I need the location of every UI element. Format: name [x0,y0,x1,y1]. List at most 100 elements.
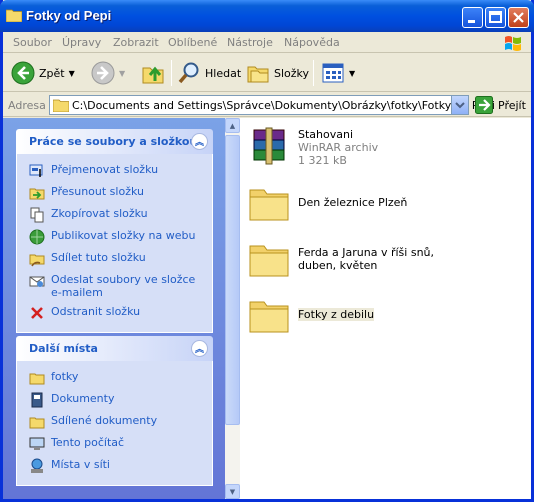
toolbar-separator [171,60,172,86]
email-icon [29,276,45,287]
address-bar: Adresa C:\Documents and Settings\Správce… [3,93,531,117]
folder-icon [6,9,22,22]
address-path: C:\Documents and Settings\Správce\Dokume… [72,99,495,112]
search-label: Hledat [205,66,242,80]
forward-arrow-icon [91,61,115,85]
task-share-folder[interactable]: Sdílet tuto složku [17,248,212,270]
window-title: Fotky od Pepi [26,8,112,23]
copy-icon [30,207,44,223]
file-tasks-header[interactable]: Práce se soubory a složkou ︽ [16,129,213,154]
task-copy-folder[interactable]: Zkopírovat složku [17,204,212,226]
place-network[interactable]: Místa v síti [17,455,212,477]
place-my-computer[interactable]: Tento počítač [17,433,212,455]
delete-icon [31,307,43,319]
menu-bar: Soubor Úpravy Zobrazit Oblíbené Nástroje… [3,32,531,53]
menu-view[interactable]: Zobrazit [113,36,159,49]
file-size: 1 321 kB [298,154,347,167]
back-label: Zpět [39,66,65,80]
toolbar-separator [313,60,314,86]
menu-edit[interactable]: Úpravy [62,36,101,49]
forward-button[interactable]: ▼ [91,60,125,86]
folder-item-fotky-z-debilu[interactable]: Fotky z debilu [248,294,375,336]
close-icon [513,12,524,23]
menu-help[interactable]: Nápověda [284,36,340,49]
file-tasks-list: Přejmenovat složku Přesunout složku Zkop… [16,154,213,333]
views-dropdown-icon[interactable]: ▼ [349,69,355,78]
place-documents[interactable]: Dokumenty [17,389,212,411]
documents-icon [31,392,43,408]
scroll-down-button[interactable]: ▼ [225,484,240,499]
maximize-button[interactable] [485,7,506,28]
address-input[interactable]: C:\Documents and Settings\Správce\Dokume… [49,95,495,115]
task-delete-folder[interactable]: Odstranit složku [17,302,212,324]
task-move-folder[interactable]: Přesunout složku [17,182,212,204]
minimize-button[interactable] [462,7,483,28]
task-label: Odstranit složku [51,305,141,318]
up-folder-button[interactable] [141,60,165,86]
computer-icon [29,437,45,450]
folder-item-den-zeleznice[interactable]: Den železnice Plzeň [248,182,407,224]
file-list-pane: Stahovani WinRAR archiv 1 321 kB Den žel… [240,118,531,499]
task-label: Odeslat soubory ve složce e-mailem [51,273,196,299]
folder-item-ferda-a-jaruna[interactable]: Ferda a Jaruna v říši snů, duben, květen [248,238,438,280]
views-icon [322,63,344,83]
scroll-up-button[interactable]: ▲ [225,118,240,133]
folder-name: Ferda a Jaruna v říši snů, duben, květen [298,246,435,272]
folder-icon [249,301,289,333]
shared-documents-icon [29,417,45,429]
place-label: Sdílené dokumenty [51,414,158,427]
network-icon [31,458,43,473]
place-label: Tento počítač [51,436,125,449]
folder-name: Den železnice Plzeň [298,196,408,209]
views-button[interactable]: ▼ [321,60,355,86]
other-places-title: Další místa [29,342,98,355]
collapse-icon[interactable]: ︽ [191,133,208,150]
place-fotky[interactable]: fotky [17,367,212,389]
share-folder-icon [29,254,45,267]
file-name: Stahovani [298,128,354,141]
collapse-icon[interactable]: ︽ [191,340,208,357]
publish-web-icon [29,229,45,245]
place-shared-documents[interactable]: Sdílené dokumenty [17,411,212,433]
task-publish-web[interactable]: Publikovat složky na webu [17,226,212,248]
search-icon [178,62,199,84]
other-places-list: fotky Dokumenty Sdílené dokumenty Tento … [16,361,213,486]
file-tasks-title: Práce se soubory a složkou [29,135,198,148]
go-button[interactable]: Přejít [475,96,526,114]
task-label: Přesunout složku [51,185,144,198]
toolbar: Zpět ▼ ▼ Hledat Složky ▼ [3,54,531,92]
back-arrow-icon [11,61,35,85]
task-pane-scrollbar[interactable]: ▲ ▼ [225,118,240,499]
file-type: WinRAR archiv [298,141,379,154]
back-dropdown-icon[interactable]: ▼ [69,69,75,78]
menu-tools[interactable]: Nástroje [227,36,273,49]
maximize-icon [489,11,502,23]
folders-button[interactable]: Složky [246,60,309,86]
place-label: Dokumenty [51,392,115,405]
back-button[interactable]: Zpět ▼ [11,60,75,86]
windows-logo-icon [505,36,521,51]
explorer-window: Fotky od Pepi Soubor Úpravy Zobrazit Obl… [0,0,534,502]
task-email-files[interactable]: Odeslat soubory ve složce e-mailem [17,270,212,302]
menu-file[interactable]: Soubor [13,36,52,49]
task-label: Zkopírovat složku [51,207,148,220]
task-label: Sdílet tuto složku [51,251,146,264]
task-rename-folder[interactable]: Přejmenovat složku [17,160,212,182]
scroll-thumb[interactable] [225,135,240,425]
file-item-stahovani[interactable]: Stahovani WinRAR archiv 1 321 kB [248,126,378,168]
minimize-icon [468,20,475,23]
move-folder-icon [29,188,45,200]
close-button[interactable] [508,7,529,28]
winrar-icon [253,127,285,165]
place-label: Místa v síti [51,458,110,471]
search-button[interactable]: Hledat [177,60,241,86]
up-folder-icon [142,66,164,84]
other-places-header[interactable]: Další místa ︽ [16,336,213,361]
address-label: Adresa [8,99,46,112]
title-bar[interactable]: Fotky od Pepi [0,0,534,32]
folders-label: Složky [274,66,310,80]
rename-icon [29,164,43,177]
address-dropdown-button[interactable] [451,96,468,114]
menu-favorites[interactable]: Oblíbené [168,36,217,49]
folder-icon [53,99,69,112]
